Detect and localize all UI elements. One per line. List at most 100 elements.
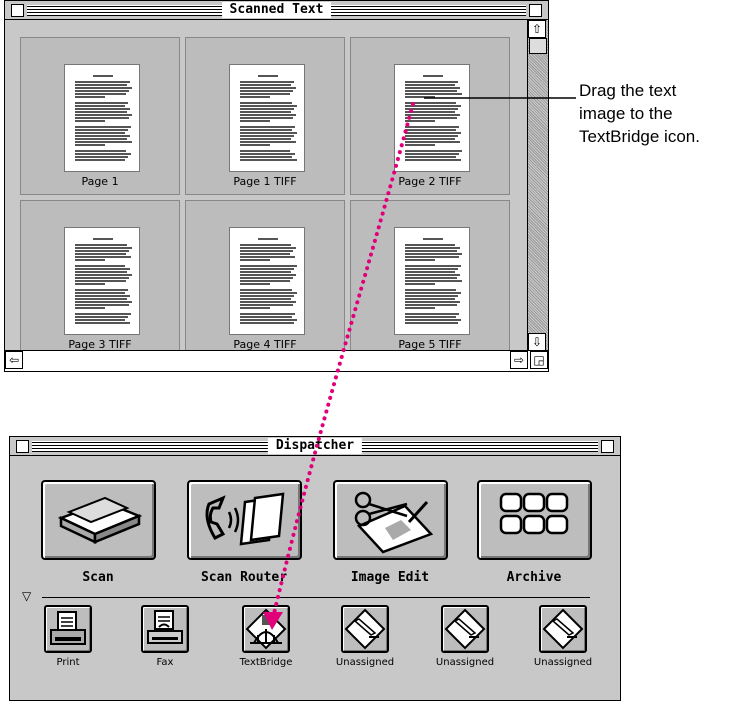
thumbnail-text-line bbox=[405, 105, 461, 107]
thumbnail-text-line bbox=[240, 259, 270, 261]
thumbnail-text-line bbox=[240, 268, 294, 270]
thumbnail-text-line bbox=[240, 138, 291, 140]
fax-button[interactable] bbox=[141, 605, 189, 653]
thumbnail-text-line bbox=[405, 84, 455, 86]
thumbnail-text-line bbox=[75, 298, 127, 300]
thumbnail-text-line bbox=[75, 313, 131, 315]
thumbnail-text-line bbox=[240, 244, 291, 246]
scan-button[interactable] bbox=[41, 480, 156, 560]
thumbnail-text-line bbox=[75, 295, 130, 297]
thumbnail-text-line bbox=[75, 292, 125, 294]
zoom-box-icon[interactable] bbox=[529, 4, 542, 17]
thumbnail-text-line bbox=[240, 90, 293, 92]
thumbnail-text-line bbox=[405, 319, 461, 321]
thumbnail-text-line bbox=[240, 135, 294, 137]
thumbnail-text-line bbox=[405, 274, 460, 276]
thumbnail-text-line bbox=[240, 156, 292, 158]
thumbnail-text-line bbox=[240, 253, 290, 255]
thumbnail-text-line bbox=[93, 75, 113, 77]
thumbnail-text-line bbox=[405, 129, 456, 131]
thumbnail-text-line bbox=[405, 253, 462, 255]
thumbnail-text-line bbox=[405, 150, 462, 152]
page-thumbnail[interactable] bbox=[64, 227, 140, 335]
scroll-thumb[interactable] bbox=[529, 38, 547, 54]
print-button[interactable] bbox=[44, 605, 92, 653]
page-thumbnail[interactable] bbox=[64, 64, 140, 172]
thumbnail-text-line bbox=[405, 277, 457, 279]
page-thumbnail[interactable] bbox=[394, 64, 470, 172]
page-thumbnail[interactable] bbox=[229, 227, 305, 335]
thumbnail-text-line bbox=[240, 93, 290, 95]
thumbnail-text-line bbox=[405, 301, 460, 303]
thumbnail-text-line bbox=[75, 93, 126, 95]
page-cell[interactable]: Page 2 TIFF bbox=[350, 37, 510, 195]
page-cell[interactable]: Page 3 TIFF bbox=[20, 200, 180, 358]
unassigned-button[interactable] bbox=[539, 605, 587, 653]
scanned-text-window: Scanned Text Page 1 Page 1 TIFF Page 2 T… bbox=[4, 0, 549, 372]
page-cell[interactable]: Page 4 TIFF bbox=[185, 200, 345, 358]
thumbnail-text-line bbox=[405, 96, 435, 98]
unassigned-button[interactable] bbox=[441, 605, 489, 653]
scan-label: Scan bbox=[82, 570, 114, 585]
close-box-icon[interactable] bbox=[11, 4, 24, 17]
textbridge-label: TextBridge bbox=[239, 657, 293, 668]
close-box-icon[interactable] bbox=[16, 440, 29, 453]
printer-icon bbox=[50, 611, 86, 645]
page-cell[interactable]: Page 5 TIFF bbox=[350, 200, 510, 358]
horizontal-scrollbar[interactable]: ⇦ ⇨ ◲ bbox=[5, 350, 548, 371]
thumbnail-text-line bbox=[405, 256, 459, 258]
scroll-right-arrow-icon[interactable]: ⇨ bbox=[510, 351, 528, 369]
pen-diamond-icon bbox=[542, 608, 584, 650]
thumbnail-text-line bbox=[405, 102, 456, 104]
unassigned-button[interactable] bbox=[341, 605, 389, 653]
phone-documents-icon bbox=[205, 492, 285, 546]
thumbnail-text-line bbox=[405, 295, 458, 297]
scroll-down-arrow-icon[interactable]: ⇩ bbox=[528, 333, 546, 351]
archive-button[interactable] bbox=[477, 480, 592, 560]
vertical-scrollbar[interactable]: ⇧ ⇩ bbox=[527, 20, 548, 351]
zoom-box-icon[interactable] bbox=[601, 440, 614, 453]
scroll-up-arrow-icon[interactable]: ⇧ bbox=[528, 20, 546, 38]
thumbnail-text-line bbox=[405, 247, 460, 249]
thumbnail-text-line bbox=[405, 250, 457, 252]
dispatcher-titlebar[interactable]: Dispatcher bbox=[10, 437, 620, 456]
scanned-text-titlebar[interactable]: Scanned Text bbox=[5, 1, 548, 20]
thumbnail-text-line bbox=[240, 304, 293, 306]
thumbnail-text-line bbox=[405, 265, 461, 267]
thumbnail-text-line bbox=[405, 289, 456, 291]
pen-diamond-icon bbox=[444, 608, 486, 650]
page-thumbnail[interactable] bbox=[394, 227, 470, 335]
thumbnail-text-line bbox=[405, 259, 435, 261]
page-thumbnail[interactable] bbox=[229, 64, 305, 172]
callout-line: TextBridge icon. bbox=[579, 127, 700, 146]
thumbnail-text-line bbox=[75, 271, 127, 273]
image-edit-button[interactable] bbox=[333, 480, 448, 560]
thumbnail-text-line bbox=[405, 156, 456, 158]
scan-router-button[interactable] bbox=[187, 480, 302, 560]
thumbnail-text-line bbox=[405, 114, 460, 116]
thumbnail-text-line bbox=[240, 271, 291, 273]
thumbnail-text-line bbox=[75, 87, 132, 89]
fax-label: Fax bbox=[156, 657, 174, 668]
thumbnail-text-line bbox=[240, 153, 295, 155]
thumbnail-text-line bbox=[240, 265, 297, 267]
textbridge-button[interactable] bbox=[242, 605, 290, 653]
resize-grow-icon[interactable]: ◲ bbox=[530, 351, 548, 369]
scroll-left-arrow-icon[interactable]: ⇦ bbox=[5, 351, 23, 369]
thumbnail-text-line bbox=[405, 313, 459, 315]
thumbnail-text-line bbox=[423, 75, 443, 77]
thumbnail-text-line bbox=[405, 144, 435, 146]
thumbnail-text-line bbox=[240, 114, 296, 116]
disclosure-triangle-icon[interactable]: ▽ bbox=[22, 590, 31, 602]
thumbnail-text-line bbox=[75, 81, 130, 83]
thumbnail-text-line bbox=[240, 280, 290, 282]
page-cell[interactable]: Page 1 TIFF bbox=[185, 37, 345, 195]
thumbnail-text-line bbox=[405, 111, 455, 113]
thumbnail-text-line bbox=[75, 289, 128, 291]
thumbnail-text-line bbox=[240, 277, 293, 279]
thumbnail-text-line bbox=[405, 316, 456, 318]
thumbnail-text-line bbox=[405, 280, 462, 282]
page-cell[interactable]: Page 1 bbox=[20, 37, 180, 195]
page-label: Page 1 TIFF bbox=[233, 175, 297, 188]
thumbnail-text-line bbox=[405, 271, 455, 273]
